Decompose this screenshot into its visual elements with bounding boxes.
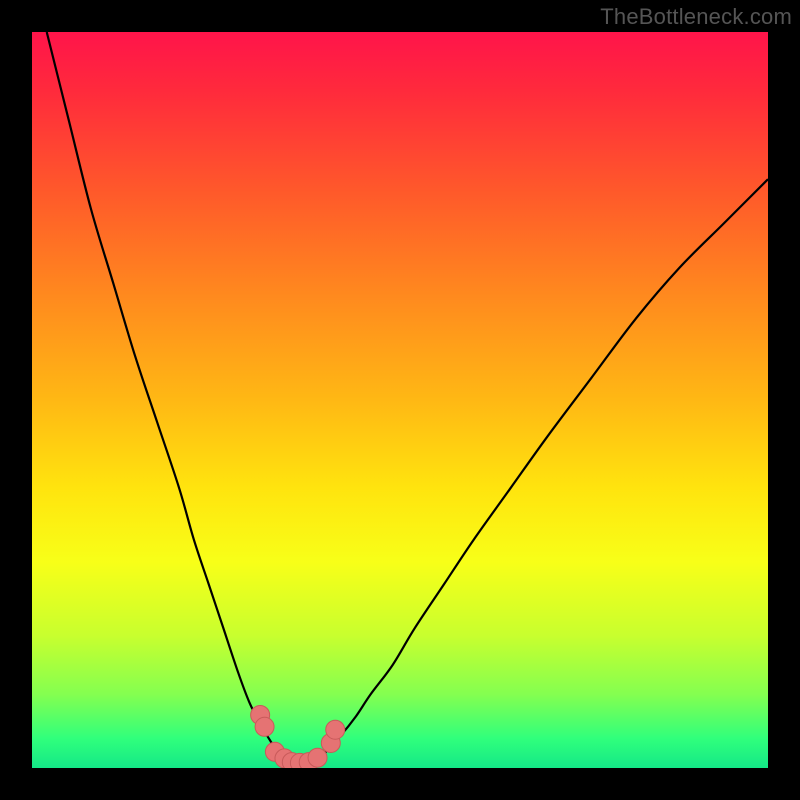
- highlight-markers: [251, 706, 345, 768]
- highlight-marker: [255, 717, 274, 736]
- plot-area: [32, 32, 768, 768]
- watermark-text: TheBottleneck.com: [600, 4, 792, 30]
- curve-right-branch: [326, 179, 768, 749]
- curve-layer: [32, 32, 768, 768]
- highlight-marker: [308, 748, 327, 767]
- outer-frame: TheBottleneck.com: [0, 0, 800, 800]
- curve-left-branch: [47, 32, 279, 753]
- highlight-marker: [326, 720, 345, 739]
